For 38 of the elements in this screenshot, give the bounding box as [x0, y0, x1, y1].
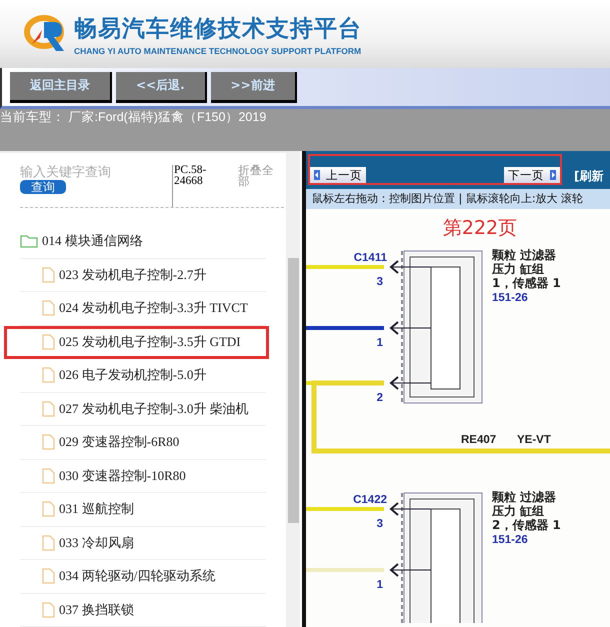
tree-item[interactable]: 037 换挡联锁 [20, 594, 266, 627]
document-icon [42, 266, 55, 283]
tree-item[interactable]: 024 发动机电子控制-3.3升 TIVCT [20, 292, 266, 326]
folder-icon [20, 234, 38, 248]
tree-item[interactable]: 031 巡航控制 [20, 493, 266, 527]
left-arrow-icon [314, 170, 320, 180]
scrollbar-thumb[interactable] [288, 258, 298, 523]
tree-item[interactable]: 027 发动机电子控制-3.0升 柴油机 [20, 392, 266, 426]
tree-item[interactable]: 030 变速器控制-10R80 [20, 460, 266, 494]
search-button[interactable]: 查询 [20, 180, 66, 194]
document-icon [42, 602, 55, 618]
code-text: PC.58-24668 [172, 165, 230, 208]
tree-item[interactable]: 026 电子发动机控制-5.0升 [20, 359, 266, 393]
refresh-link[interactable]: [刷新 [574, 168, 604, 184]
site-title: 畅易汽车维修技术支持平台 [74, 14, 362, 44]
tree-item[interactable]: 025 发动机电子控制-3.5升 GTDI [4, 326, 269, 360]
tree-item[interactable]: 023 发动机电子控制-2.7升 [20, 258, 266, 292]
document-icon [42, 501, 55, 518]
document-icon [42, 334, 55, 350]
document-icon [42, 468, 55, 484]
document-icon [42, 367, 55, 384]
document-icon [42, 568, 55, 584]
site-subtitle: CHANG YI AUTO MAINTENANCE TECHNOLOGY SUPPORT PLATFORM [74, 46, 362, 56]
current-model-text: 当前车型： 厂家:Ford(福特)猛禽（F150）2019 [0, 109, 266, 126]
tree-item[interactable]: 034 两轮驱动/四轮驱动系统 [20, 560, 266, 594]
document-icon [42, 534, 55, 551]
document-icon [42, 300, 55, 316]
tree-item[interactable]: 029 变速器控制-6R80 [20, 426, 266, 460]
next-page-button[interactable]: 下一页 [504, 167, 560, 183]
wiring-diagram-drawing: 第222页 C1411 3 1 2 颗粒 过滤器 压力 缸组 1，传感器 1 151-26 C1422 3 1 颗粒 过滤器 压力 缸组 2，传感器 1 151-26 RE407 YE-VT [306, 209, 610, 623]
hint-text: 鼠标左右拖动：控制图片位置 | 鼠标滚轮向上:放大 滚轮 [306, 189, 610, 209]
prev-page-button[interactable]: 上一页 [310, 167, 366, 183]
tree-item[interactable]: 014 模块通信网络 [20, 225, 266, 259]
tree-item[interactable]: 033 冷却风扇 [20, 526, 266, 560]
document-icon [42, 400, 55, 417]
right-arrow-icon [550, 170, 556, 180]
document-icon [42, 434, 55, 450]
scrollbar[interactable] [286, 153, 300, 627]
